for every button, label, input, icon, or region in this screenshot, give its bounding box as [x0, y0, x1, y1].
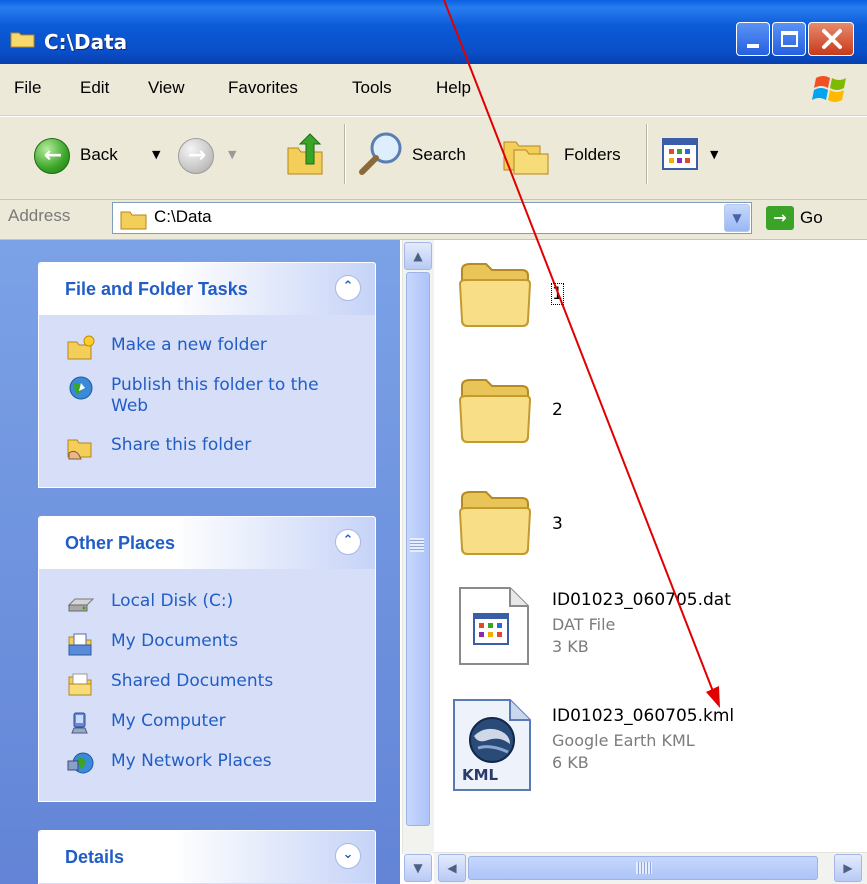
collapse-chevron-icon[interactable]: ⌃ [335, 275, 361, 301]
scroll-right-button[interactable]: ▶ [834, 854, 862, 882]
maximize-button[interactable] [772, 22, 806, 56]
hard-disk-icon [67, 598, 95, 612]
file-name[interactable]: 2 [552, 400, 563, 420]
kml-badge: KML [462, 766, 499, 784]
panel-title[interactable]: Other Places [65, 533, 175, 554]
window-title: C:\Data [44, 30, 128, 54]
dat-file-icon [459, 587, 529, 665]
menu-file[interactable]: File [14, 78, 41, 98]
views-dropdown-icon[interactable]: ▼ [710, 148, 718, 161]
computer-icon [71, 712, 88, 734]
menu-favorites[interactable]: Favorites [228, 78, 298, 98]
maximize-icon [781, 31, 798, 47]
search-label[interactable]: Search [412, 145, 466, 165]
shared-documents-icon [68, 673, 92, 696]
back-label[interactable]: Back [80, 145, 118, 165]
place-label[interactable]: My Network Places [111, 751, 351, 772]
close-icon [822, 29, 842, 49]
address-value[interactable]: C:\Data [154, 207, 212, 227]
scroll-grip-icon [636, 862, 652, 874]
panel-title[interactable]: Details [65, 847, 124, 868]
menu-edit[interactable]: Edit [80, 78, 109, 98]
title-bar: C:\Data [0, 0, 867, 64]
windows-logo-icon [812, 76, 846, 102]
folder-icon [458, 491, 532, 555]
file-folder-tasks-panel: File and Folder Tasks ⌃ Make a new folde… [38, 262, 376, 488]
menu-bar [0, 64, 867, 116]
file-name[interactable]: ID01023_060705.dat [552, 590, 731, 610]
file-size: 3 KB [552, 637, 589, 656]
place-label[interactable]: My Computer [111, 711, 351, 732]
up-folder-icon[interactable] [284, 130, 330, 180]
share-folder-icon [67, 439, 92, 460]
expand-chevron-icon[interactable]: ⌄ [335, 843, 361, 869]
panel-header[interactable]: File and Folder Tasks ⌃ [39, 263, 375, 315]
minimize-button[interactable] [736, 22, 770, 56]
forward-arrow-icon: → [187, 143, 207, 168]
back-dropdown-icon[interactable]: ▼ [152, 148, 160, 161]
address-label: Address [8, 206, 71, 225]
place-label[interactable]: Shared Documents [111, 671, 351, 692]
folders-icon[interactable] [500, 132, 556, 176]
menu-tools[interactable]: Tools [352, 78, 392, 98]
my-documents-icon [68, 633, 92, 656]
scroll-down-button[interactable]: ▼ [404, 854, 432, 882]
forward-dropdown-icon[interactable]: ▼ [228, 148, 236, 161]
close-button[interactable] [808, 22, 854, 56]
scroll-grip-icon [410, 538, 424, 552]
file-name[interactable]: 3 [552, 514, 563, 534]
place-label[interactable]: My Documents [111, 631, 351, 652]
toolbar-separator [646, 124, 647, 184]
panel-title[interactable]: File and Folder Tasks [65, 279, 248, 300]
other-places-panel: Other Places ⌃ Local Disk (C:) My Docume… [38, 516, 376, 802]
folder-icon [120, 211, 147, 230]
go-button[interactable]: Go [800, 208, 823, 228]
place-label[interactable]: Local Disk (C:) [111, 591, 351, 612]
details-panel: Details ⌄ [38, 830, 376, 884]
folders-label[interactable]: Folders [564, 145, 621, 165]
task-label[interactable]: Publish this folder to the Web [111, 375, 351, 417]
toolbar-separator [344, 124, 345, 184]
task-label[interactable]: Share this folder [111, 435, 351, 456]
folder-icon [458, 263, 532, 327]
scroll-up-button[interactable]: ▲ [404, 242, 432, 270]
new-folder-icon [67, 335, 95, 360]
file-type: DAT File [552, 615, 616, 634]
file-name[interactable]: 1 [551, 283, 564, 305]
network-places-icon [67, 752, 94, 774]
back-arrow-icon: ← [43, 143, 63, 168]
file-type: Google Earth KML [552, 731, 695, 750]
menu-view[interactable]: View [148, 78, 185, 98]
menu-help[interactable]: Help [436, 78, 471, 98]
panel-header[interactable]: Other Places ⌃ [39, 517, 375, 569]
folder-icon [458, 379, 532, 443]
file-name[interactable]: ID01023_060705.kml [552, 706, 734, 726]
panel-header[interactable]: Details ⌄ [39, 831, 375, 883]
file-size: 6 KB [552, 753, 589, 772]
forward-button[interactable]: → [178, 138, 214, 174]
folder-icon [10, 32, 35, 48]
task-label[interactable]: Make a new folder [111, 335, 351, 356]
task-pane: File and Folder Tasks ⌃ Make a new folde… [0, 240, 400, 884]
scroll-left-button[interactable]: ◀ [438, 854, 466, 882]
globe-icon [69, 376, 93, 400]
back-button[interactable]: ← [34, 138, 70, 174]
minimize-icon [747, 44, 759, 48]
search-icon[interactable] [356, 130, 406, 178]
collapse-chevron-icon[interactable]: ⌃ [335, 529, 361, 555]
go-arrow-icon[interactable]: → [766, 206, 794, 230]
views-icon[interactable] [662, 138, 702, 172]
address-dropdown-button[interactable]: ▼ [724, 204, 750, 232]
